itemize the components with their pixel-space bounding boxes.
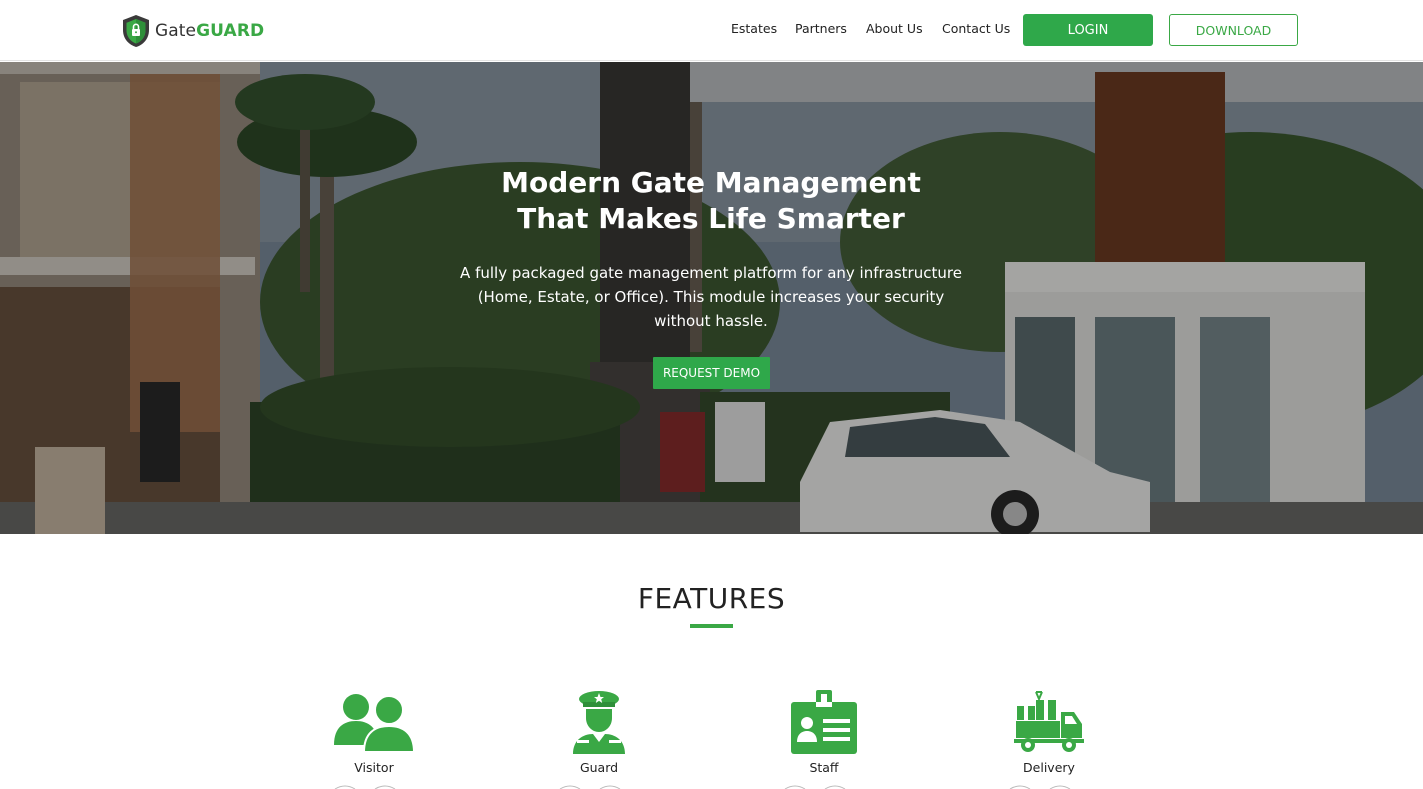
feature-guard[interactable]: Guard [529,690,669,775]
feature-label-delivery: Delivery [1023,760,1075,775]
nav-link-contact-us[interactable]: Contact Us [942,21,1010,36]
nav-link-estates[interactable]: Estates [731,21,777,36]
guard-icon [573,691,625,754]
feature-label-staff: Staff [809,760,839,775]
feature-staff[interactable]: Staff [754,690,894,775]
features-heading-underline [690,624,733,628]
request-demo-button[interactable]: REQUEST DEMO [653,357,770,389]
hero-subtitle-line-2: (Home, Estate, or Office). This module i… [477,288,945,306]
feature-divider-staff [784,785,846,789]
hero-subtitle: A fully packaged gate management platfor… [456,261,966,333]
nav-link-partners[interactable]: Partners [795,21,847,36]
feature-divider-delivery [1009,785,1071,789]
download-button[interactable]: DOWNLOAD [1169,14,1298,46]
hero-subtitle-line-1: A fully packaged gate management platfor… [460,264,962,282]
brand-name-part1: Gate [155,21,197,41]
brand-logo[interactable]: GateGUARD [121,14,264,48]
nav-link-about-us[interactable]: About Us [866,21,923,36]
hero-subtitle-line-3: without hassle. [654,312,768,330]
login-button[interactable]: LOGIN [1023,14,1153,46]
top-navbar: GateGUARD Estates Partners About Us Cont… [0,0,1423,61]
hero-title: Modern Gate Management That Makes Life S… [311,165,1111,237]
visitors-icon [334,694,414,753]
feature-label-guard: Guard [579,760,619,775]
brand-name-part2: GUARD [196,21,265,41]
feature-divider-visitor [334,785,396,789]
hero-title-line-1: Modern Gate Management [501,166,921,199]
feature-delivery[interactable]: Delivery [979,690,1119,775]
hero-section: Modern Gate Management That Makes Life S… [0,62,1423,534]
feature-label-visitor: Visitor [354,760,394,775]
features-heading: FEATURES [637,582,786,615]
hero-title-line-2: That Makes Life Smarter [517,202,905,235]
feature-divider-guard [559,785,621,789]
delivery-truck-icon [1014,691,1084,752]
feature-visitor[interactable]: Visitor [304,690,444,775]
brand-name: GateGUARD [155,21,264,41]
staff-id-badge-icon [791,690,857,754]
shield-lock-icon [123,15,149,47]
